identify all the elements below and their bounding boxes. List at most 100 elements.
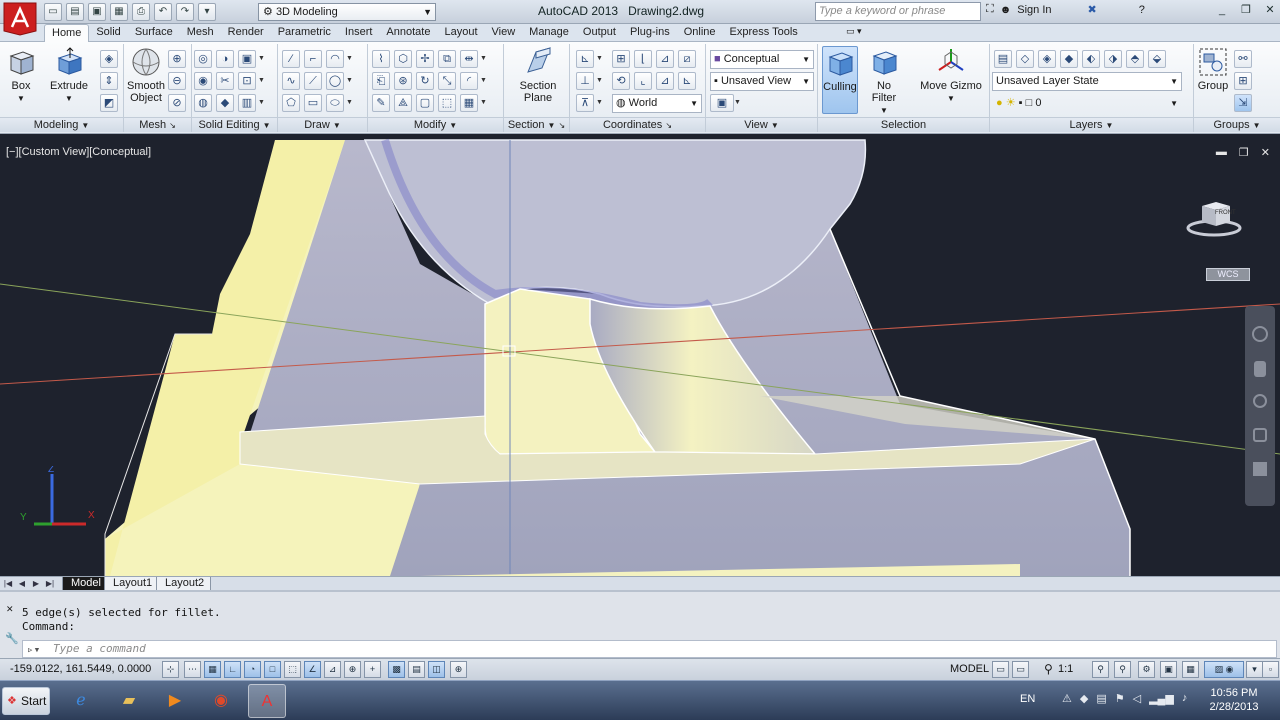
- construction-line-icon[interactable]: ⟋: [304, 72, 322, 90]
- ortho-mode-icon[interactable]: ∟: [224, 661, 241, 678]
- quick-properties-icon[interactable]: ▤: [408, 661, 425, 678]
- layer-select[interactable]: ● ☀ ▪ □ 0 ▼: [992, 94, 1182, 113]
- signal-icon[interactable]: ▂▄▆: [1149, 692, 1174, 705]
- workspace-switcher[interactable]: ⚙ 3D Modeling ▼: [258, 3, 436, 21]
- tab-express-tools[interactable]: Express Tools: [723, 24, 805, 42]
- chevron-down-icon[interactable]: ▼: [258, 50, 265, 68]
- visual-style-select[interactable]: ■ Conceptual ▼: [710, 50, 814, 69]
- ungroup-icon[interactable]: ⚯: [1234, 50, 1252, 68]
- ucs-origin-icon[interactable]: ⊥: [576, 72, 594, 90]
- ucs-3point-icon[interactable]: ⧄: [678, 50, 696, 68]
- auto-scale-icon[interactable]: ⚲: [1114, 661, 1131, 678]
- binoculars-icon[interactable]: ⛶: [986, 3, 994, 16]
- chevron-down-icon[interactable]: ▼: [258, 94, 265, 112]
- wrench-icon[interactable]: 🔧: [5, 632, 19, 645]
- restore-icon[interactable]: ❐: [1238, 2, 1254, 18]
- ucs-x-icon[interactable]: ⌊: [634, 50, 652, 68]
- tab-online[interactable]: Online: [677, 24, 723, 42]
- ucs-y-icon[interactable]: ⌞: [634, 72, 652, 90]
- tab-annotate[interactable]: Annotate: [379, 24, 437, 42]
- 3d-object-snap-icon[interactable]: ⬚: [284, 661, 301, 678]
- slice-icon[interactable]: ✂: [216, 72, 234, 90]
- panel-section-label[interactable]: Section ▼ ↘: [504, 117, 569, 132]
- ucs-select[interactable]: ◍ World ▼: [612, 94, 702, 113]
- last-layout-icon[interactable]: ▶|: [44, 578, 56, 589]
- clock[interactable]: 10:56 PM 2/28/2013: [1204, 686, 1264, 714]
- intersect-icon[interactable]: ◉: [194, 72, 212, 90]
- layer-lock-icon[interactable]: ⬙: [1148, 50, 1166, 68]
- quick-view-drawings-icon[interactable]: ▭: [1012, 661, 1029, 678]
- sign-in-link[interactable]: Sign In: [1017, 4, 1051, 16]
- chrome-icon[interactable]: ◉: [202, 684, 240, 718]
- panel-modeling-label[interactable]: Modeling ▼: [0, 117, 123, 132]
- ucs-named-icon[interactable]: ⊞: [612, 50, 630, 68]
- extrude-faces-icon[interactable]: ⊡: [238, 72, 256, 90]
- culling-button[interactable]: Culling: [822, 46, 858, 114]
- annotation-visibility-icon[interactable]: ⚲: [1092, 661, 1109, 678]
- tab-plug-ins[interactable]: Plug-ins: [623, 24, 677, 42]
- group-edit-icon[interactable]: ⊞: [1234, 72, 1252, 90]
- panel-view-label[interactable]: View ▼: [706, 117, 817, 132]
- file-explorer-icon[interactable]: ▰: [110, 684, 148, 718]
- polyline-icon[interactable]: ⌐: [304, 50, 322, 68]
- tab-solid[interactable]: Solid: [89, 24, 127, 42]
- object-snap-tracking-icon[interactable]: ∠: [304, 661, 321, 678]
- selection-cycling-icon[interactable]: ◫: [428, 661, 445, 678]
- layer-isolate-icon[interactable]: ◇: [1016, 50, 1034, 68]
- network-warning-icon[interactable]: ⚠: [1062, 692, 1072, 705]
- chevron-down-icon[interactable]: ▼: [480, 72, 487, 90]
- wcs-menu[interactable]: WCS: [1206, 268, 1250, 281]
- thicken-icon[interactable]: ◆: [216, 94, 234, 112]
- chevron-down-icon[interactable]: ▼: [346, 94, 353, 112]
- loft-icon[interactable]: ◩: [100, 94, 118, 112]
- panel-mesh-label[interactable]: Mesh ↘: [124, 117, 191, 132]
- line-icon[interactable]: ∕: [282, 50, 300, 68]
- fillet-edge-icon[interactable]: ⌇: [372, 50, 390, 68]
- 3d-array-icon[interactable]: ⊛: [394, 72, 412, 90]
- chevron-down-icon[interactable]: ▼: [480, 94, 487, 112]
- move-gizmo-button[interactable]: Move Gizmo ▼: [918, 46, 984, 105]
- steering-wheel-icon[interactable]: [1252, 326, 1268, 342]
- transparency-icon[interactable]: ▩: [388, 661, 405, 678]
- panel-coordinates-label[interactable]: Coordinates ↘: [570, 117, 705, 132]
- ucs-face-icon[interactable]: ⊿: [656, 50, 674, 68]
- separate-icon[interactable]: ▥: [238, 94, 256, 112]
- clipboard-icon[interactable]: ▤: [1096, 692, 1106, 705]
- layout-tab-layout1[interactable]: Layout1: [104, 577, 160, 591]
- object-snap-icon[interactable]: □: [264, 661, 281, 678]
- security-icon[interactable]: ◆: [1080, 692, 1088, 705]
- coordinates-readout[interactable]: -159.0122, 161.5449, 0.0000: [10, 663, 151, 675]
- tab-home[interactable]: Home: [44, 24, 90, 43]
- no-filter-button[interactable]: No Filter ▼: [864, 46, 904, 117]
- viewport-config-icon[interactable]: ▣: [710, 94, 734, 112]
- tab-view[interactable]: View: [485, 24, 523, 42]
- chevron-down-icon[interactable]: ▼: [346, 50, 353, 68]
- union-icon[interactable]: ◎: [194, 50, 212, 68]
- infer-constraints-icon[interactable]: ⊹: [162, 661, 179, 678]
- language-indicator[interactable]: EN: [1020, 693, 1035, 705]
- explode-icon[interactable]: ⬚: [438, 94, 456, 112]
- copy-icon[interactable]: ⧉: [438, 50, 456, 68]
- autocad-taskbar-icon[interactable]: A: [248, 684, 286, 718]
- layer-off-icon[interactable]: ◆: [1060, 50, 1078, 68]
- presspull-icon[interactable]: ⇕: [100, 72, 118, 90]
- orbit-icon[interactable]: [1253, 428, 1267, 442]
- tab-render[interactable]: Render: [221, 24, 271, 42]
- help-icon[interactable]: ?: [1139, 4, 1145, 16]
- annotation-monitor-icon[interactable]: ⊕: [450, 661, 467, 678]
- search-input[interactable]: Type a keyword or phrase: [815, 2, 981, 21]
- save-icon[interactable]: ▣: [88, 3, 106, 21]
- offset-icon[interactable]: ✎: [372, 94, 390, 112]
- named-view-select[interactable]: ▪ Unsaved View ▼: [710, 72, 814, 91]
- polygon-icon[interactable]: ⬠: [282, 94, 300, 112]
- ucs-previous-icon[interactable]: ⟲: [612, 72, 630, 90]
- align-icon[interactable]: ⟁: [394, 94, 412, 112]
- lock-ui-icon[interactable]: ▣: [1160, 661, 1177, 678]
- viewport-label[interactable]: [−][Custom View][Conceptual]: [6, 146, 151, 158]
- annotation-scale-icon[interactable]: ⚲: [1044, 662, 1053, 676]
- dynamic-ucs-icon[interactable]: ⊿: [324, 661, 341, 678]
- minimize-icon[interactable]: ▬: [1216, 146, 1227, 159]
- application-menu-button[interactable]: [2, 1, 38, 37]
- chevron-down-icon[interactable]: ▼: [480, 50, 487, 68]
- open-icon[interactable]: ▤: [66, 3, 84, 21]
